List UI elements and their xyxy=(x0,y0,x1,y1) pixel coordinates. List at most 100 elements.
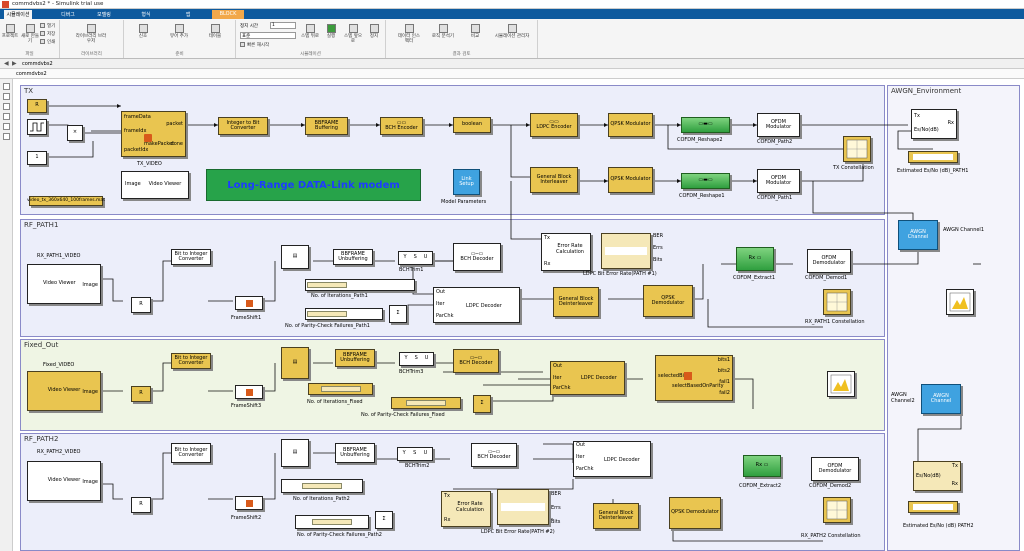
tab-apps[interactable]: 앱 xyxy=(176,10,200,19)
rx2-deinterleaver-block[interactable]: General Block Deinterleaver xyxy=(593,503,639,529)
make-packet-block[interactable]: frameData frameIdx packetIdx packet done… xyxy=(121,111,186,157)
open-button[interactable]: 열기 xyxy=(40,23,55,29)
rx1-parity-display-block[interactable] xyxy=(305,308,383,320)
rx2-parity-display-block[interactable] xyxy=(295,515,369,529)
fixed-parity-display-block[interactable] xyxy=(391,397,461,409)
browse-button[interactable]: 프로젝트 xyxy=(1,24,19,39)
rx1-ldpc-decoder-block[interactable]: Out Iter ParChk LDPC Decoder xyxy=(433,287,520,323)
step-forward-button[interactable]: 스텝 앞으로 xyxy=(342,24,364,44)
rx1-ber-display-block[interactable] xyxy=(601,233,651,269)
arrow-icon[interactable] xyxy=(3,103,10,110)
rx2-bchtrim-block[interactable]: YSU xyxy=(397,447,433,461)
print-button[interactable]: 인쇄 xyxy=(40,39,55,45)
rx2-constant-r-block[interactable]: R xyxy=(131,497,151,513)
logic-analyzer-button[interactable]: 로직 분석기 xyxy=(430,24,456,39)
rx1-deinterleaver-block[interactable]: General Block Deinterleaver xyxy=(553,287,599,317)
esno-display-2-block[interactable] xyxy=(908,501,958,513)
frameshift2-block[interactable] xyxy=(235,496,263,510)
tab-format[interactable]: 형식 xyxy=(134,10,158,19)
cofdm-reshape2-block[interactable]: ▭▬▭ xyxy=(681,117,730,133)
fixed-bit-to-integer-block[interactable]: Bit to Integer Converter xyxy=(171,353,211,369)
constant-r-block[interactable]: R xyxy=(27,99,47,113)
image-icon[interactable] xyxy=(3,123,10,130)
rx2-buffer-block[interactable]: ▤ xyxy=(281,439,309,467)
new-button[interactable]: 새로 만들기 xyxy=(20,24,40,44)
esno-estimator-2-block[interactable]: Tx Es/No(dB) Rx xyxy=(913,461,961,491)
link-setup-block[interactable]: Link Setup xyxy=(453,169,480,195)
rx1-bbframe-unbuffering-block[interactable]: BBFRAME Unbuffering xyxy=(333,249,373,265)
frameshift3-block[interactable] xyxy=(235,385,263,399)
rx1-buffer-block[interactable]: ▤ xyxy=(281,245,309,269)
stop-button[interactable]: 정지 xyxy=(366,24,382,39)
constant-1-block[interactable]: 1 xyxy=(27,151,47,165)
rx2-constellation-block[interactable] xyxy=(823,497,851,523)
rx2-video-viewer-block[interactable]: Video Viewer Image xyxy=(27,461,101,501)
rx1-error-rate-block[interactable]: Tx Rx Error Rate Calculation xyxy=(541,233,591,271)
rx1-bch-decoder-block[interactable]: ▭─▭ BCH Decoder xyxy=(453,243,501,271)
rx2-bit-to-integer-block[interactable]: Bit to Integer Converter xyxy=(171,443,211,463)
compare-button[interactable]: 비교 xyxy=(462,24,488,39)
tx-constellation-block[interactable] xyxy=(843,136,871,162)
product-block[interactable]: × xyxy=(67,125,83,141)
fixed-bch-decoder-block[interactable]: ▭─▭ BCH Decoder xyxy=(453,349,499,373)
select-based-on-parity-block[interactable]: selectedBits selectBasedOnParity bits1 b… xyxy=(655,355,733,401)
sim-mode-select[interactable]: 표준 xyxy=(240,32,296,39)
save-button[interactable]: 저장 xyxy=(40,31,55,37)
video-source-block[interactable]: video_tx_360x640_100frames.mat xyxy=(27,196,105,206)
rx-scope-2-block[interactable] xyxy=(827,371,855,397)
cofdm-extract2-block[interactable]: Rx ▭ xyxy=(743,455,781,477)
qpsk-modulator-2-block[interactable]: QPSK Modulator xyxy=(608,167,653,193)
nav-back-icon[interactable]: ◀ xyxy=(4,60,9,67)
tab-simulation[interactable]: 시뮬레이션 xyxy=(4,10,32,19)
ofdm-modulator-1-block[interactable]: OFDM Modulator xyxy=(757,169,800,193)
fixed-iterations-display-block[interactable] xyxy=(308,383,373,395)
run-button[interactable]: 실행 xyxy=(322,24,340,39)
tab-block[interactable]: BLOCK xyxy=(212,10,244,19)
fixed-bbframe-unbuffering-block[interactable]: BBFRAME Unbuffering xyxy=(335,349,375,367)
sim-manager-button[interactable]: 시뮬레이션 관리자 xyxy=(494,24,530,39)
stop-time-input[interactable]: 1 xyxy=(270,22,296,29)
address-path[interactable]: commdvbs2 xyxy=(22,61,53,67)
rx2-ldpc-decoder-block[interactable]: Out Iter ParChk LDPC Decoder xyxy=(573,441,651,477)
rx1-iterations-display-block[interactable] xyxy=(305,279,415,291)
frameshift1-block[interactable] xyxy=(235,296,263,310)
fixed-video-viewer-block[interactable]: Video Viewer Image xyxy=(27,371,101,411)
rx2-ber-display-block[interactable] xyxy=(497,489,549,525)
rx1-qpsk-demodulator-block[interactable]: QPSK Demodulator xyxy=(643,285,693,317)
rx1-bchtrim-block[interactable]: YSU xyxy=(398,251,433,265)
integer-to-bit-block[interactable]: Integer to Bit Converter xyxy=(218,117,268,135)
rx2-bch-decoder-block[interactable]: ▭─▭ BCH Decoder xyxy=(471,443,517,467)
nav-forward-icon[interactable]: ▶ xyxy=(12,60,17,67)
library-browser-button[interactable]: 라이브러리 브라우저 xyxy=(74,24,108,44)
fixed-ldpc-decoder-block[interactable]: Out Iter ParChk LDPC Decoder xyxy=(550,361,625,395)
rx1-ofdm-demodulator-block[interactable]: OFDM Demodulator xyxy=(807,249,851,273)
add-viewer-button[interactable]: 뷰어 추가 xyxy=(164,24,194,39)
fixed-constant-r-block[interactable]: R xyxy=(131,386,151,402)
rx2-iterations-display-block[interactable] xyxy=(281,479,363,493)
bch-encoder-block[interactable]: ▭▭ BCH Encoder xyxy=(380,117,423,135)
fixed-bchtrim-block[interactable]: YSU xyxy=(399,352,434,366)
step-back-button[interactable]: 스텝 뒤로 xyxy=(300,24,320,39)
rx2-qpsk-demodulator-block[interactable]: QPSK Demodulator xyxy=(669,497,721,529)
rx2-bbframe-unbuffering-block[interactable]: BBFRAME Unbuffering xyxy=(335,443,375,463)
table-button[interactable]: 테이블 xyxy=(202,24,228,39)
pulse-generator-block[interactable] xyxy=(27,119,47,135)
tab-debug[interactable]: 디버그 xyxy=(56,10,80,19)
rx2-error-rate-block[interactable]: Tx Rx Error Rate Calculation xyxy=(441,491,491,527)
awgn-channel-2-block[interactable]: AWGN Channel xyxy=(921,384,961,414)
boolean-block[interactable]: boolean xyxy=(453,117,491,133)
signal-button[interactable]: 신호 xyxy=(130,24,156,39)
annotation-icon[interactable] xyxy=(3,113,10,120)
fast-restart-toggle[interactable]: 빠른 재시작 xyxy=(240,42,269,48)
esno-estimator-1-block[interactable]: Tx Rx Es/No(dB) xyxy=(911,109,957,139)
fixed-sum-block[interactable]: Σ xyxy=(473,395,491,413)
rx-scope-1-block[interactable] xyxy=(946,289,974,315)
ldpc-encoder-block[interactable]: ▭▭ LDPC Encoder xyxy=(530,113,578,137)
zoom-fit-icon[interactable] xyxy=(3,83,10,90)
awgn-channel-1-block[interactable]: AWGN Channel xyxy=(898,220,938,250)
zoom-in-icon[interactable] xyxy=(3,93,10,100)
rx2-sum-block[interactable]: Σ xyxy=(375,511,393,529)
block-interleaver-block[interactable]: General Block Interleaver xyxy=(530,167,578,193)
tx-video-viewer-block[interactable]: Image Video Viewer xyxy=(121,171,189,199)
bbframe-buffering-block[interactable]: BBFRAME Buffering xyxy=(305,117,348,135)
